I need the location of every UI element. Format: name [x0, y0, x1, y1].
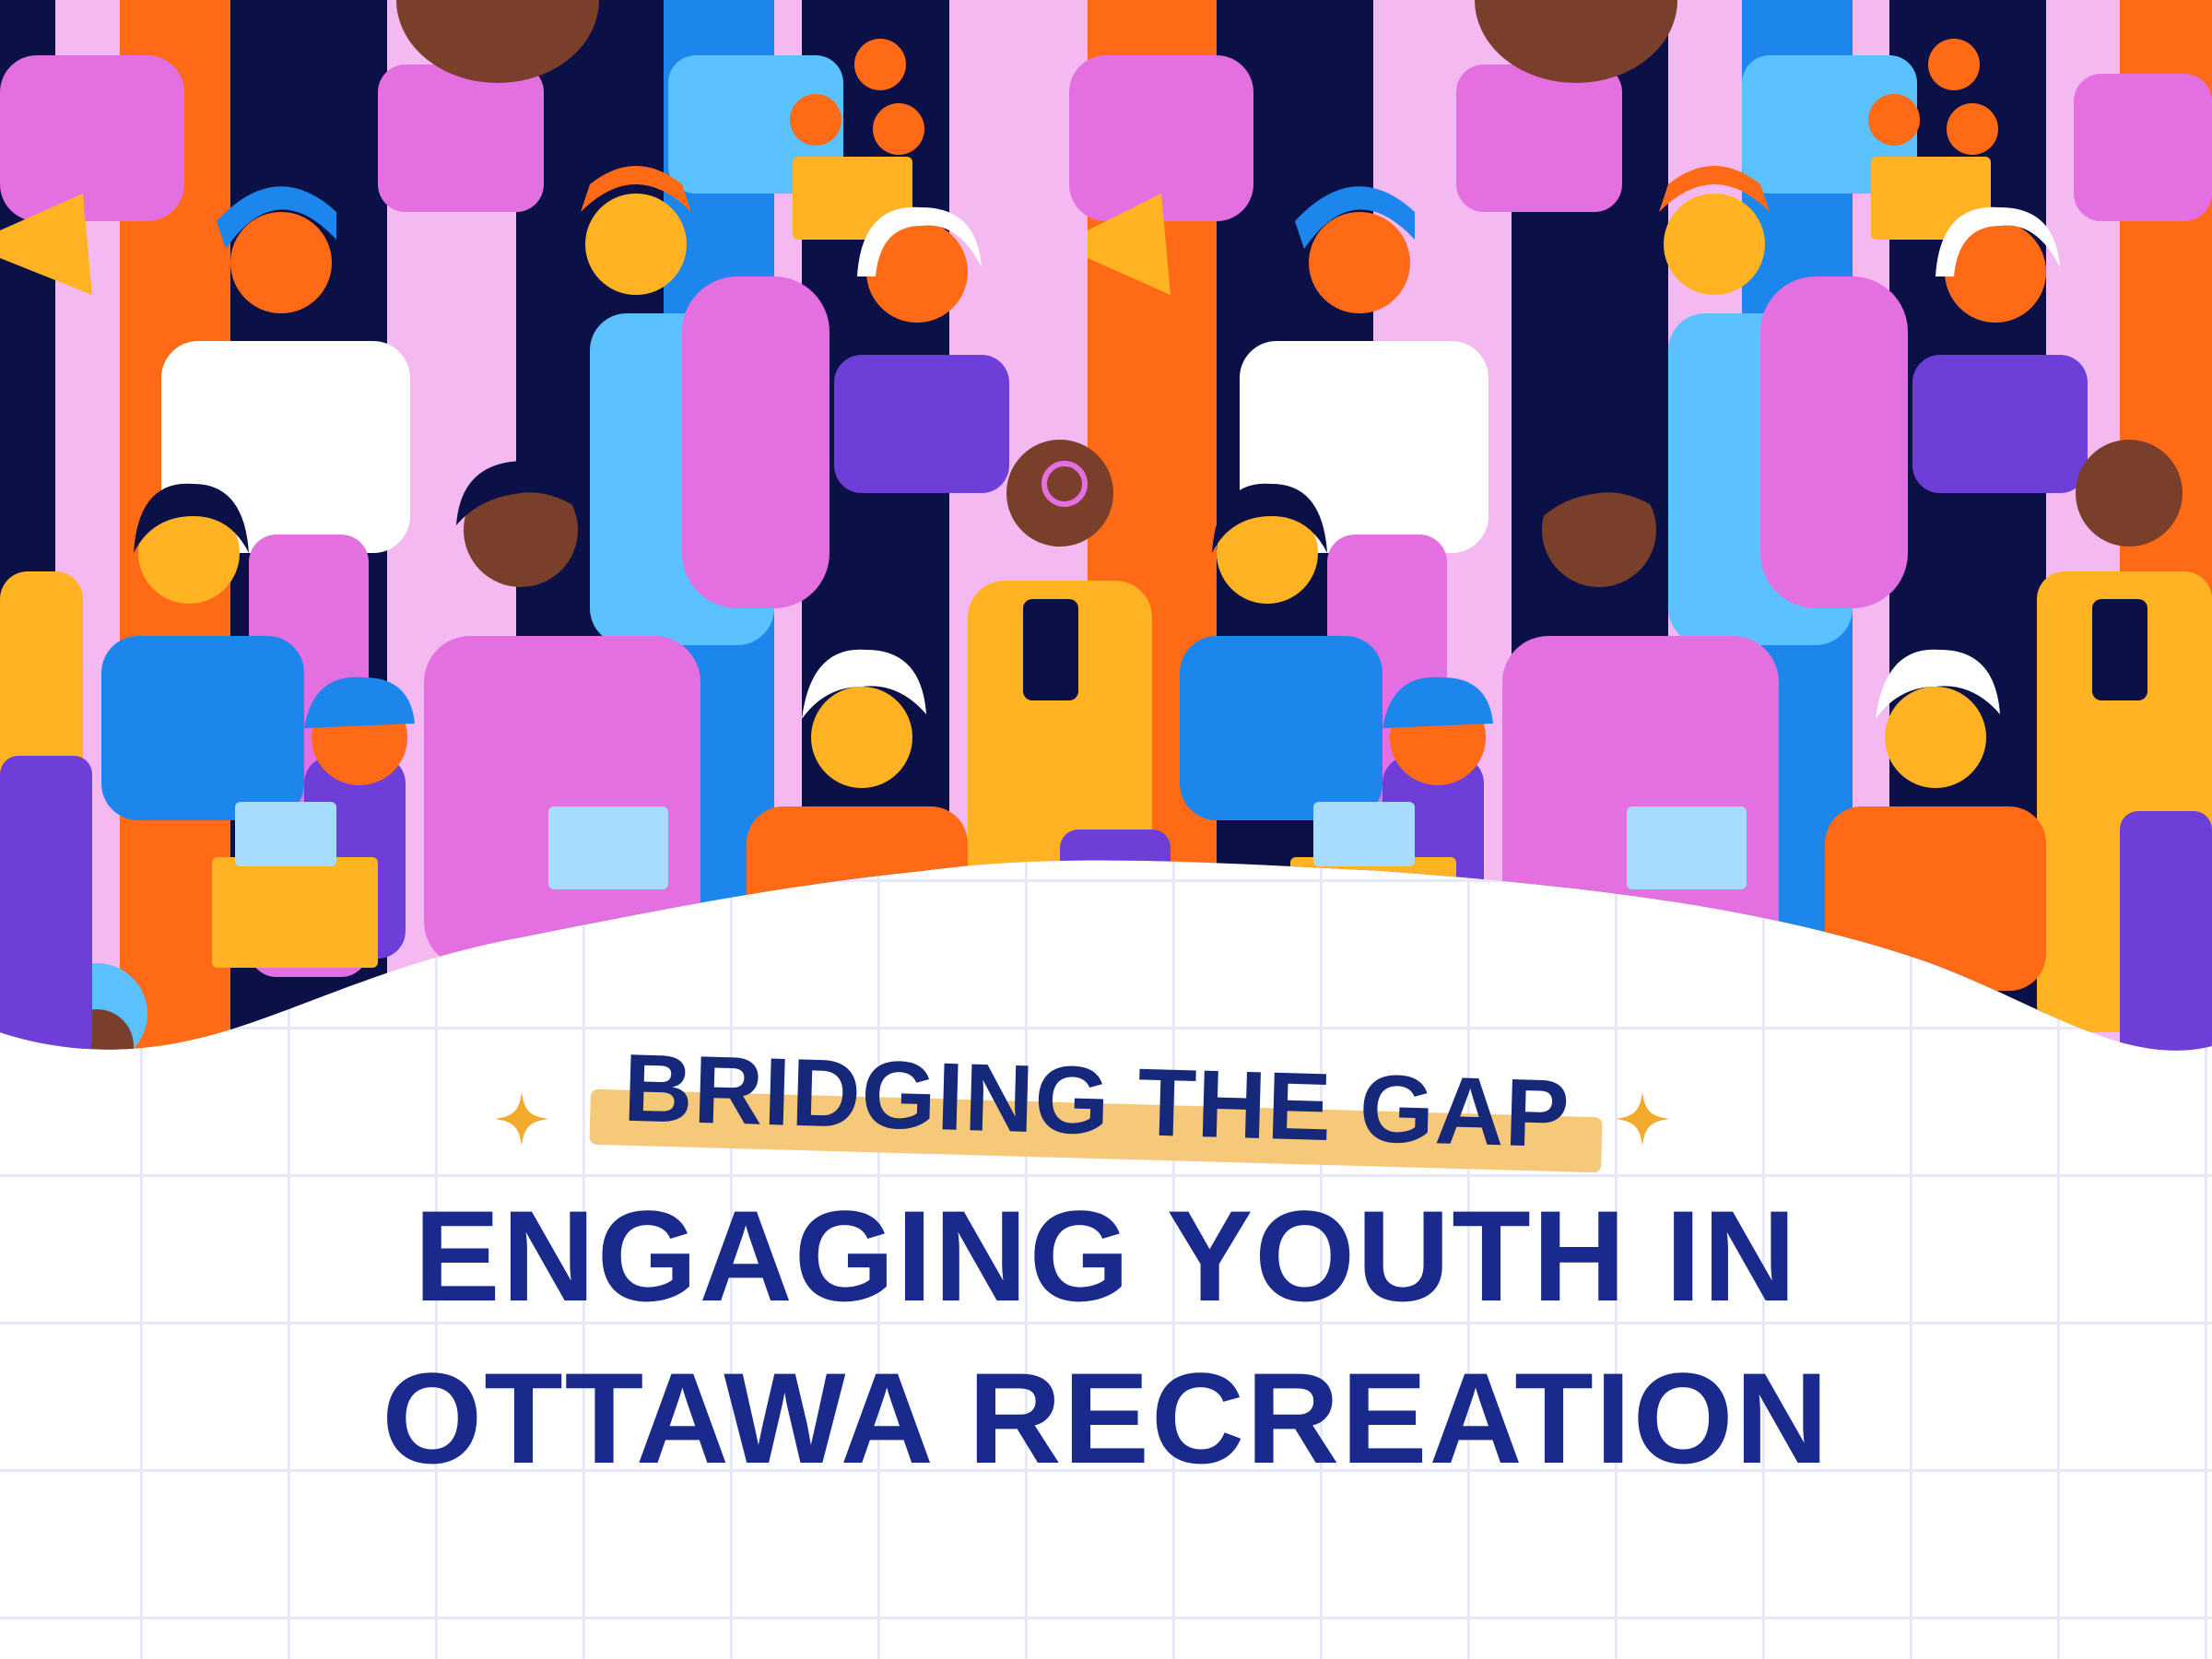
poster-canvas: BRIDGING THE GAP ENGAGING YOUTH IN OTTAW…: [0, 0, 2212, 1659]
sparkle-icon: [495, 1092, 548, 1146]
subtitle: BRIDGING THE GAP: [622, 1034, 1571, 1169]
page-title: ENGAGING YOUTH IN OTTAWA RECREATION: [184, 1175, 2028, 1500]
sparkle-icon: [1616, 1092, 1669, 1146]
crowd-illustration: [0, 0, 2212, 1051]
title-line-2: OTTAWA RECREATION: [382, 1346, 1830, 1490]
title-line-1: ENGAGING YOUTH IN: [414, 1183, 1798, 1328]
subtitle-group: BRIDGING THE GAP: [0, 1018, 2212, 1184]
